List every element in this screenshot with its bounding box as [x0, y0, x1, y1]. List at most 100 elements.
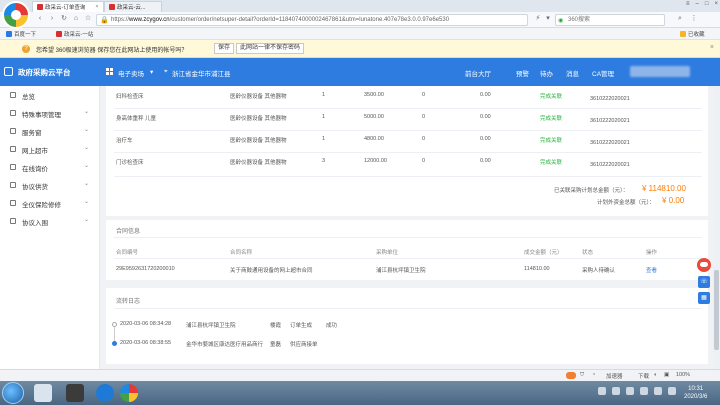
item-name: 身高体重秤 儿童 [116, 116, 157, 122]
item-qty: 1 [322, 114, 326, 120]
minimize-icon[interactable]: – [696, 1, 699, 7]
qr-code-icon[interactable]: ▦ [698, 292, 710, 304]
sidebar-item-online-inquiry[interactable]: 在线询价 ⌄ [0, 158, 100, 176]
tab-zcy[interactable]: 政采云-云... [104, 1, 162, 12]
sidebar-item-online-supermarket[interactable]: 网上超市 ⌄ [0, 140, 100, 158]
sidebar-item-insurance-repair[interactable]: 全仪保险修修 ⌄ [0, 194, 100, 212]
baidu-icon [6, 31, 12, 37]
main-content: 妇科检查床 医龄仪器设备 其他器物 1 3500.00 0 0.00 完成关联 … [106, 86, 708, 369]
favorite-baidu[interactable]: 百度一下 [6, 30, 36, 38]
window-controls: ≡ – □ × [686, 1, 718, 7]
favorite-star-icon[interactable]: ☆ [84, 15, 92, 23]
insurance-icon [10, 200, 16, 206]
search-icon[interactable]: ⌕ [676, 15, 684, 23]
item-name: 门诊检查床 [116, 160, 144, 166]
nav-todo[interactable]: 待办 [540, 68, 553, 78]
assistant-robot-icon[interactable] [697, 258, 711, 272]
media-player-icon[interactable] [66, 384, 84, 402]
menu-icon[interactable]: ≡ [686, 1, 690, 7]
tray-keyboard-icon[interactable] [668, 387, 676, 395]
item-a: 0 [422, 136, 426, 142]
headset-icon[interactable]: ☏ [698, 276, 710, 288]
sogou-icon[interactable] [96, 384, 114, 402]
accelerator-button[interactable]: 加速器 [606, 372, 623, 380]
close-window-icon[interactable]: × [714, 1, 718, 7]
home-icon[interactable]: ⌂ [72, 15, 80, 23]
folder-icon [680, 31, 686, 37]
tab-close-icon[interactable]: × [95, 4, 98, 10]
col-contract-no: 合同编号 [116, 250, 139, 256]
col-action: 操作 [646, 250, 658, 256]
tab-order-query[interactable]: 政采云-订单查询 × [32, 1, 104, 12]
sidebar-item-service-window[interactable]: 服务窗 ⌄ [0, 122, 100, 140]
chevron-down-icon: ⌄ [84, 145, 90, 151]
search-input[interactable]: ◉ 360搜索 [555, 14, 665, 26]
nav-messages[interactable]: 消息 [566, 68, 579, 78]
budget-label: 计划外资金总额（元）： [597, 200, 655, 206]
nav-front-hall[interactable]: 前台大厅 [465, 68, 491, 78]
tray-security-icon[interactable] [654, 387, 662, 395]
tray-network-icon[interactable] [626, 387, 634, 395]
scrollbar-thumb[interactable] [714, 270, 719, 350]
url-input[interactable]: 🔒 https://www.zcygov.cn/customer/order/ne… [96, 14, 528, 26]
tray-arrow-icon[interactable] [598, 387, 606, 395]
row-divider [114, 108, 702, 109]
nav-warning[interactable]: 预警 [516, 68, 529, 78]
browser-360-logo[interactable] [2, 1, 30, 29]
item-code: 3610222020021 [590, 140, 630, 146]
timeline-dot-active [112, 341, 117, 346]
extensions-icon[interactable]: ⋮ [690, 15, 698, 23]
camera-icon[interactable]: ▣ [664, 372, 669, 378]
key-icon: ? [22, 45, 30, 53]
system-clock[interactable]: 10:31 2020/3/6 [684, 385, 707, 401]
refresh-icon[interactable]: ↻ [60, 15, 68, 23]
sidebar-item-agreement-shortlist[interactable]: 协议入围 ⌄ [0, 212, 100, 230]
col-amount: 成交金额（元） [524, 250, 563, 256]
log-org: 浦江县杭坪镇卫生院 [186, 323, 236, 329]
back-icon[interactable]: ‹ [36, 15, 44, 23]
tray-input-icon[interactable] [612, 387, 620, 395]
nav-ca-management[interactable]: CA管理 [592, 68, 614, 78]
address-bar-row: ‹ › ↻ ⌂ ☆ 🔒 https://www.zcygov.cn/custome… [0, 12, 720, 28]
extension-icon[interactable] [566, 372, 576, 379]
user-account-menu[interactable] [630, 66, 690, 77]
sound-icon[interactable]: ◐ [654, 372, 657, 378]
speed-icon[interactable]: ◔ [592, 372, 595, 378]
location-selector[interactable]: 浙江省金华市浦江县 [172, 68, 231, 78]
sidebar-item-special-affairs[interactable]: 特殊事项管理 ⌄ [0, 104, 100, 122]
search-engine-icon: ◉ [558, 18, 564, 24]
chevron-down-icon: ⌄ [84, 163, 90, 169]
close-icon[interactable]: × [710, 44, 714, 51]
favorites-folder[interactable]: 已收藏 [680, 30, 705, 38]
row-divider [114, 152, 702, 153]
forward-icon[interactable]: › [48, 15, 56, 23]
view-contract-link[interactable]: 查看 [646, 266, 657, 274]
file-explorer-icon[interactable] [34, 384, 52, 402]
never-save-button[interactable]: 此网站一律不保存密码 [236, 43, 305, 54]
item-qty: 1 [322, 136, 326, 142]
log-action: 供应商接单 [290, 342, 318, 348]
tray-volume-icon[interactable] [640, 387, 648, 395]
dropdown-icon[interactable]: ▾ [150, 68, 153, 76]
sidebar-item-agreement-supply[interactable]: 协议供货 ⌄ [0, 176, 100, 194]
start-button[interactable] [2, 382, 24, 404]
download-button[interactable]: 下载 [638, 372, 649, 380]
log-user: 童磊 [270, 342, 282, 348]
col-status: 状态 [582, 250, 594, 256]
sidebar-item-overview[interactable]: 总览 [0, 86, 100, 104]
favorite-zcy[interactable]: 政采云-一站 [56, 30, 93, 38]
item-qty: 3 [322, 158, 326, 164]
dropdown-icon[interactable]: ▾ [544, 15, 552, 23]
platform-logo-icon [4, 67, 13, 76]
zoom-level[interactable]: 100% [676, 372, 690, 378]
inquiry-icon [10, 164, 16, 170]
grid-menu-icon[interactable] [106, 68, 113, 75]
save-password-button[interactable]: 保存 [214, 43, 235, 54]
service-window-icon [10, 128, 16, 134]
shield-icon[interactable]: ⛉ [580, 372, 584, 379]
item-a: 0 [422, 158, 426, 164]
lightning-icon[interactable]: ⚡ [534, 15, 542, 23]
maximize-icon[interactable]: □ [705, 1, 709, 7]
channel-menu[interactable]: 电子卖场 [118, 68, 144, 78]
browser-360-taskbar-icon[interactable] [120, 384, 138, 402]
